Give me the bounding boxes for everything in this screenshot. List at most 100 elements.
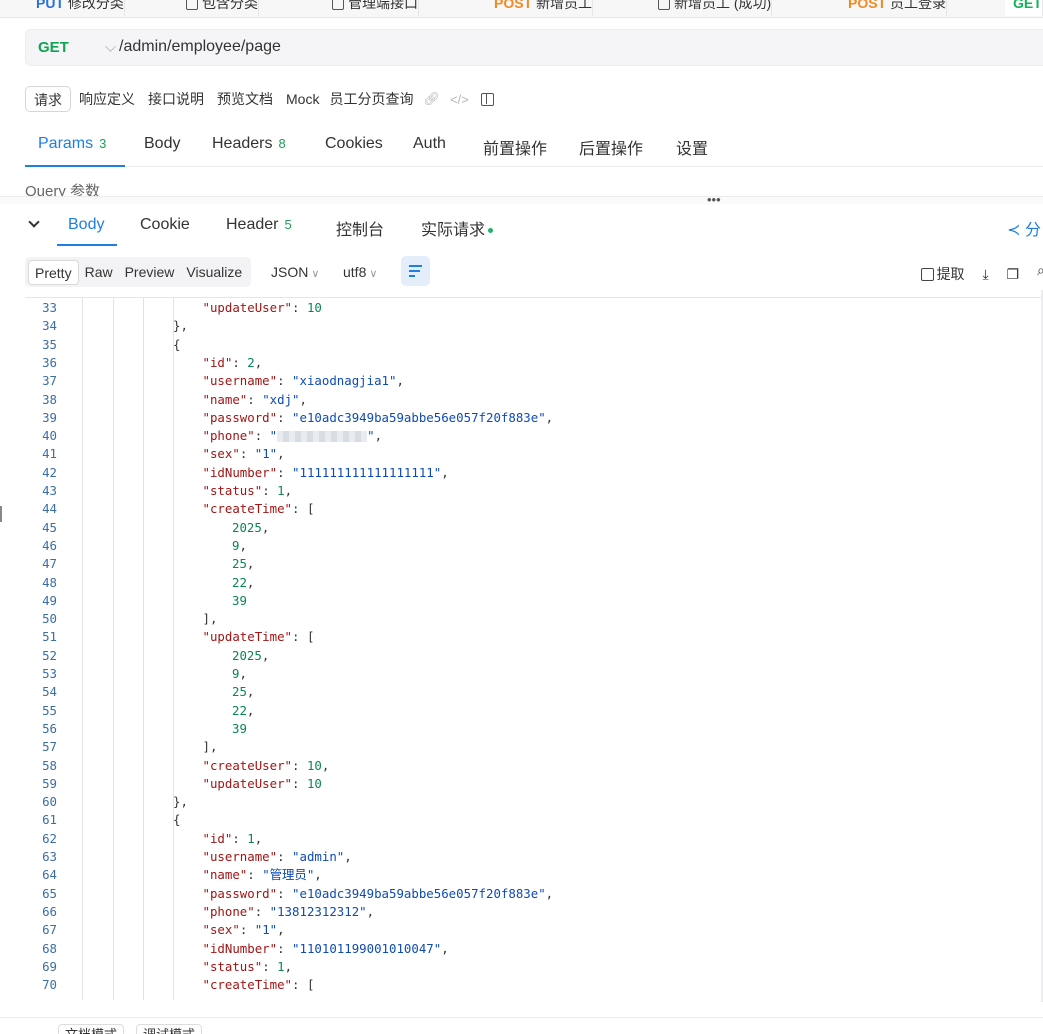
doc-tab-response-def[interactable]: 响应定义 (74, 86, 140, 112)
tab-response-cookie[interactable]: Cookie (140, 216, 190, 234)
tab-settings[interactable]: 设置 (676, 135, 708, 159)
tab-pre-ops[interactable]: 前置操作 (483, 135, 547, 159)
tab-response-header[interactable]: Header 5 (226, 216, 292, 234)
tab-label: 实际请求 (421, 222, 486, 239)
line-number: 59 (42, 775, 57, 791)
format-switch: Pretty Raw Preview Visualize (25, 257, 252, 287)
code-line: 64 "name": "管理员", (25, 866, 1025, 884)
encoding-select[interactable]: utf8 ∨ (343, 264, 377, 280)
url-bar: GET /admin/employee/page (25, 29, 1043, 66)
url-input[interactable]: /admin/employee/page (119, 38, 281, 56)
line-number: 65 (42, 885, 57, 901)
top-tab-5[interactable]: POST 员工登录 (840, 0, 948, 16)
code-line: 51 "updateTime": [ (25, 628, 1025, 646)
code-text: "sex": "1", (202, 446, 285, 462)
drag-handle-icon[interactable]: ••• (707, 192, 721, 207)
code-line: 46 9, (25, 537, 1025, 555)
code-line: 35 { (25, 336, 1025, 354)
extract-button[interactable]: 提取 (920, 264, 965, 284)
code-text: "createTime": [ (202, 501, 315, 517)
response-body-viewer[interactable]: 33 "updateUser": 10 34}, 35{36 "id": 2, 37 "us… (25, 297, 1043, 1000)
active-tab-indicator (57, 244, 117, 246)
search-icon[interactable]: ⌕ (1037, 262, 1043, 279)
line-number: 34 (42, 318, 57, 334)
code-text: "id": 2, (202, 354, 263, 370)
word-wrap-button[interactable] (401, 256, 430, 286)
link-icon[interactable]: 🔗︎ (423, 91, 440, 107)
doc-tab-preview[interactable]: 预览文档 (212, 86, 278, 112)
code-text: 9, (232, 537, 247, 553)
top-tab-6[interactable]: GET (1005, 0, 1043, 16)
line-number: 69 (42, 958, 57, 974)
code-line: 47 25, (25, 555, 1025, 573)
code-text: }, (173, 318, 188, 334)
redacted-value (277, 431, 368, 443)
method-select[interactable]: GET (38, 39, 69, 56)
sidebar-resize-handle[interactable] (0, 506, 2, 522)
top-tab-4[interactable]: 新增员工 (成功) (650, 0, 773, 16)
line-number: 33 (42, 300, 57, 315)
code-line: 61 { (25, 811, 1025, 829)
code-text: ], (202, 611, 218, 627)
tab-headers[interactable]: Headers 8 (212, 135, 286, 153)
line-number: 55 (42, 702, 57, 718)
chevron-down-icon[interactable] (105, 41, 116, 52)
response-toolbar: Pretty Raw Preview Visualize JSON ∨ utf8 ∨… (25, 255, 1043, 288)
doc-tab-api-desc[interactable]: 接口说明 (143, 86, 209, 112)
tab-body[interactable]: Body (144, 135, 180, 153)
top-tab-1[interactable]: 包含分类 (178, 0, 259, 16)
line-number: 49 (42, 592, 57, 608)
code-line: 43 "status": 1, (25, 482, 1025, 500)
copy-icon[interactable]: ❐ (1007, 266, 1020, 283)
format-preview[interactable]: Preview (119, 260, 181, 285)
code-text: "password": "e10adc3949ba59abbe56e057f20… (202, 885, 554, 901)
code-text: "status": 1, (202, 483, 293, 498)
tab-params[interactable]: Params 3 (38, 135, 106, 153)
tab-response-body[interactable]: Body (68, 216, 104, 234)
line-number: 53 (42, 666, 57, 681)
tab-console[interactable]: 控制台 (336, 216, 384, 240)
tab-cookies[interactable]: Cookies (325, 135, 383, 153)
language-select[interactable]: JSON ∨ (271, 264, 319, 280)
line-number: 43 (42, 483, 57, 498)
format-raw[interactable]: Raw (79, 260, 119, 285)
format-visualize[interactable]: Visualize (180, 260, 248, 285)
tab-post-ops[interactable]: 后置操作 (579, 135, 643, 159)
code-line: 53 9, (25, 665, 1025, 683)
doc-tab-mock[interactable]: Mock (281, 86, 324, 112)
top-tab-label: 修改分类 (67, 0, 124, 11)
code-line: 56 39 (25, 720, 1025, 738)
share-button[interactable]: ≺ 分 (1007, 216, 1041, 240)
top-tab-2[interactable]: 管理端接口 (324, 0, 419, 16)
top-tab-3[interactable]: POST 新增员工 (486, 0, 594, 16)
query-params-label: Query 参数 (25, 183, 101, 197)
case-icon (658, 0, 670, 11)
code-line: 36 "id": 2, (25, 354, 1025, 372)
line-number: 56 (42, 720, 57, 736)
download-icon[interactable]: ⤓ (982, 266, 988, 283)
doc-tab-request[interactable]: 请求 (25, 86, 71, 112)
doc-mode-tab[interactable]: 文档模式 (58, 1024, 125, 1034)
code-line: 44 "createTime": [ (25, 500, 1025, 518)
debug-mode-tab[interactable]: 调试模式 (136, 1024, 203, 1034)
line-number: 37 (42, 373, 57, 389)
line-number: 54 (42, 684, 57, 700)
top-tab-label: 员工登录 (890, 0, 947, 11)
code-text: 39 (232, 720, 247, 736)
code-icon[interactable]: </> (450, 92, 469, 107)
collapse-chevron-icon[interactable] (28, 216, 40, 228)
side-panel-icon[interactable] (480, 92, 494, 106)
format-pretty[interactable]: Pretty (28, 259, 79, 285)
tab-actual-request[interactable]: 实际请求 (421, 216, 494, 240)
top-tab-0[interactable]: PUT 修改分类 (28, 0, 125, 16)
tab-auth[interactable]: Auth (413, 135, 446, 153)
code-line: 62 "id": 1, (25, 830, 1025, 848)
code-line: 50], (25, 610, 1025, 628)
code-line: 55 22, (25, 702, 1025, 720)
endpoint-title[interactable]: 员工分页查询 (329, 89, 413, 109)
code-line: 54 25, (25, 683, 1025, 701)
line-number: 66 (42, 903, 57, 919)
chevron-down-icon: ∨ (311, 268, 320, 280)
folder-icon (186, 0, 198, 11)
resize-divider[interactable]: ••• (0, 192, 1043, 207)
